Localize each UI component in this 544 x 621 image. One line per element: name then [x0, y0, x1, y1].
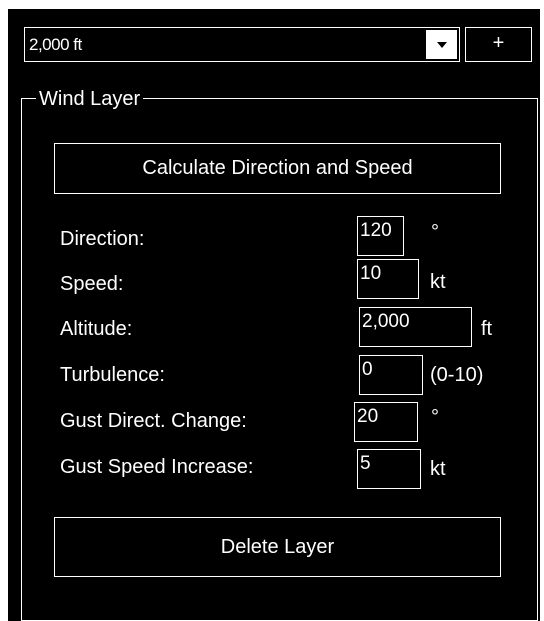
gust-speed-increase-unit: kt: [430, 458, 446, 480]
wind-layer-title: Wind Layer: [36, 89, 144, 109]
direction-label: Direction:: [60, 228, 145, 250]
turbulence-unit: (0-10): [430, 364, 484, 386]
direction-input[interactable]: 120: [357, 216, 404, 256]
gust-speed-increase-input[interactable]: 5: [357, 449, 421, 489]
direction-unit: °: [431, 221, 439, 243]
altitude-label: Altitude:: [60, 318, 133, 340]
turbulence-label: Turbulence:: [60, 364, 165, 386]
gust-direction-change-unit: °: [431, 406, 439, 428]
calculate-direction-speed-button[interactable]: Calculate Direction and Speed: [54, 143, 501, 194]
layer-dropdown[interactable]: 2,000 ft: [24, 27, 460, 62]
speed-unit: kt: [430, 271, 446, 293]
gust-speed-increase-label: Gust Speed Increase:: [60, 456, 254, 478]
speed-input[interactable]: 10: [357, 259, 419, 299]
altitude-unit: ft: [481, 318, 493, 340]
wind-panel: 2,000 ft + Wind Layer Calculate Directio…: [8, 9, 540, 621]
speed-label: Speed:: [60, 273, 124, 295]
chevron-down-icon: [437, 42, 447, 48]
turbulence-input[interactable]: 0: [359, 355, 423, 395]
altitude-input[interactable]: 2,000: [359, 307, 472, 347]
gust-direction-change-input[interactable]: 20: [354, 402, 418, 442]
add-layer-button[interactable]: +: [465, 27, 532, 62]
gust-direction-change-label: Gust Direct. Change:: [60, 410, 247, 432]
layer-dropdown-value: 2,000 ft: [29, 35, 82, 54]
delete-layer-button[interactable]: Delete Layer: [54, 517, 501, 577]
dropdown-arrow-button[interactable]: [426, 30, 457, 59]
